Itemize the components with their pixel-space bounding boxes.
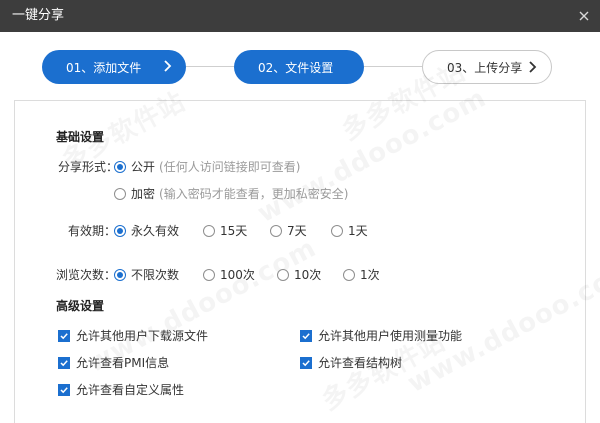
step-add-files[interactable]: 01、添加文件 [42, 50, 186, 84]
views-1[interactable]: 1次 [343, 266, 380, 283]
views-100[interactable]: 100次 [203, 266, 255, 283]
checkbox-checked-icon[interactable] [300, 329, 312, 342]
option-label: 允许其他用户使用测量功能 [318, 329, 463, 343]
checkbox-checked-icon[interactable] [58, 383, 70, 396]
share-type-label: 分享形式： [58, 160, 119, 174]
option-label: 10次 [294, 268, 322, 282]
checkbox-checked-icon[interactable] [58, 356, 70, 369]
option-label: 1次 [360, 268, 380, 282]
settings-panel: 多多软件站 www.ddooo.com 多多软件站 www.ddooo.com … [14, 57, 600, 423]
option-label: 7天 [287, 224, 307, 238]
step-label: 01、添加文件 [66, 60, 142, 75]
option-label: 永久有效 [131, 224, 180, 238]
radio-checked[interactable] [114, 268, 126, 281]
checkbox-checked-icon[interactable] [58, 329, 70, 342]
step-upload-share[interactable]: 03、上传分享 [422, 50, 552, 84]
dialog-title: 一键分享 [12, 8, 65, 23]
watermark: www.ddooo.com [253, 83, 492, 229]
share-type-public[interactable]: 公开 (任何人访问链接即可查看) [114, 158, 300, 175]
allow-custom-properties-checkbox[interactable]: 允许查看自定义属性 [58, 381, 184, 398]
option-label: 允许查看PMI信息 [76, 356, 170, 370]
option-label: 允许查看结构树 [318, 356, 403, 370]
option-label: 加密 [131, 187, 156, 201]
radio-checked[interactable] [114, 224, 126, 237]
view-count-label: 浏览次数： [56, 268, 117, 282]
radio-unchecked[interactable] [343, 268, 355, 281]
chevron-right-icon [529, 61, 537, 73]
option-label: 公开 [131, 160, 156, 174]
option-label: 允许其他用户下载源文件 [76, 329, 209, 343]
validity-1-day[interactable]: 1天 [331, 222, 368, 239]
chevron-right-icon [164, 60, 172, 72]
validity-forever[interactable]: 永久有效 [114, 222, 179, 239]
step-label: 03、上传分享 [447, 60, 523, 75]
radio-checked[interactable] [114, 160, 126, 173]
watermark: www.ddooo.com [403, 253, 600, 399]
radio-unchecked[interactable] [277, 268, 289, 281]
radio-unchecked[interactable] [203, 224, 215, 237]
step-connector [364, 66, 422, 67]
step-indicator: 01、添加文件 02、文件设置 03、上传分享 [0, 32, 600, 100]
title-bar: 一键分享 [0, 0, 600, 32]
radio-unchecked[interactable] [331, 224, 343, 237]
step-connector [186, 66, 234, 67]
advanced-settings-title: 高级设置 [56, 299, 105, 313]
option-label: 不限次数 [131, 268, 180, 282]
validity-label: 有效期： [68, 224, 117, 238]
step-label: 02、文件设置 [258, 60, 334, 75]
step-file-settings[interactable]: 02、文件设置 [234, 50, 364, 84]
share-type-encrypted[interactable]: 加密 (输入密码才能查看，更加私密安全) [114, 185, 348, 202]
allow-pmi-checkbox[interactable]: 允许查看PMI信息 [58, 354, 169, 371]
views-unlimited[interactable]: 不限次数 [114, 266, 179, 283]
basic-settings-title: 基础设置 [56, 130, 105, 144]
allow-measure-checkbox[interactable]: 允许其他用户使用测量功能 [300, 327, 462, 344]
checkbox-checked-icon[interactable] [300, 356, 312, 369]
radio-unchecked[interactable] [270, 224, 282, 237]
validity-15-days[interactable]: 15天 [203, 222, 247, 239]
radio-unchecked[interactable] [203, 268, 215, 281]
option-label: 15天 [220, 224, 248, 238]
allow-download-source-checkbox[interactable]: 允许其他用户下载源文件 [58, 327, 208, 344]
option-label: 1天 [348, 224, 368, 238]
radio-unchecked[interactable] [114, 187, 126, 200]
option-hint: (任何人访问链接即可查看) [159, 160, 301, 174]
option-hint: (输入密码才能查看，更加私密安全) [159, 187, 349, 201]
allow-structure-tree-checkbox[interactable]: 允许查看结构树 [300, 354, 402, 371]
validity-7-days[interactable]: 7天 [270, 222, 307, 239]
views-10[interactable]: 10次 [277, 266, 321, 283]
close-icon[interactable] [576, 8, 592, 24]
option-label: 允许查看自定义属性 [76, 383, 185, 397]
option-label: 100次 [220, 268, 255, 282]
